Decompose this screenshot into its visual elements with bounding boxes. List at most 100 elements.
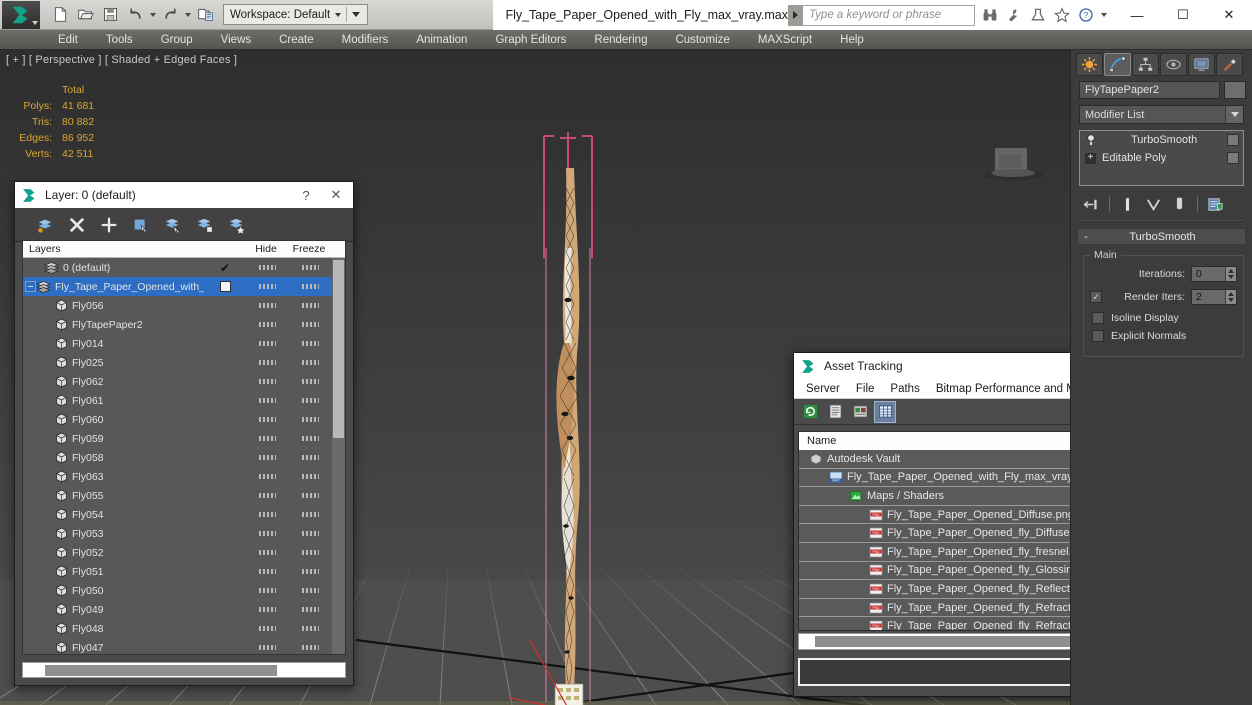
menu-tools[interactable]: Tools	[92, 30, 147, 50]
hide-cell[interactable]	[246, 265, 288, 270]
expand-toggle[interactable]	[25, 281, 36, 292]
open-file-button[interactable]	[73, 3, 97, 27]
spinner-arrows[interactable]	[1225, 290, 1236, 304]
flask-button[interactable]	[1027, 4, 1049, 26]
hide-cell[interactable]	[246, 607, 288, 612]
make-unique-button[interactable]	[1145, 196, 1162, 213]
freeze-cell[interactable]	[288, 398, 332, 403]
layer-list-horizontal-scrollbar[interactable]	[22, 662, 346, 678]
add-layer-button[interactable]	[99, 215, 119, 235]
motion-tab[interactable]	[1160, 52, 1187, 76]
highlight-selected-objects-button[interactable]	[163, 215, 183, 235]
favorites-button[interactable]	[1051, 4, 1073, 26]
layer-row[interactable]: Fly050	[23, 581, 332, 600]
menu-modifiers[interactable]: Modifiers	[328, 30, 403, 50]
layer-dialog-close-button[interactable]: ✕	[321, 182, 351, 208]
freeze-cell[interactable]	[288, 607, 332, 612]
undo-button[interactable]	[123, 3, 147, 27]
turbosmooth-rollout-header[interactable]: - TurboSmooth	[1077, 228, 1246, 245]
freeze-cell[interactable]	[288, 588, 332, 593]
hide-cell[interactable]	[246, 341, 288, 346]
hide-cell[interactable]	[246, 645, 288, 650]
iterations-spinner[interactable]: 0	[1191, 266, 1237, 282]
save-file-button[interactable]	[98, 3, 122, 27]
rollout-collapse-icon[interactable]: -	[1078, 231, 1094, 243]
menu-create[interactable]: Create	[265, 30, 328, 50]
hide-cell[interactable]	[246, 493, 288, 498]
asset-menu-paths[interactable]: Paths	[882, 383, 927, 395]
render-iters-value[interactable]: 2	[1192, 291, 1225, 303]
layer-row[interactable]: Fly_Tape_Paper_Opened_with_Fly	[23, 277, 332, 296]
freeze-cell[interactable]	[288, 303, 332, 308]
render-iters-checkbox[interactable]: ✓	[1090, 291, 1102, 303]
create-tab[interactable]	[1076, 52, 1103, 76]
search-input[interactable]: Type a keyword or phrase	[803, 4, 975, 26]
layer-row[interactable]: Fly014	[23, 334, 332, 353]
layer-row[interactable]: Fly059	[23, 429, 332, 448]
hide-cell[interactable]	[246, 550, 288, 555]
object-name-field[interactable]: FlyTapePaper2	[1079, 81, 1220, 99]
iterations-value[interactable]: 0	[1192, 268, 1225, 280]
freeze-cell[interactable]	[288, 474, 332, 479]
hide-cell[interactable]	[246, 284, 288, 289]
layer-row[interactable]: Fly054	[23, 505, 332, 524]
layer-row[interactable]: Fly047	[23, 638, 332, 654]
layer-dialog-help-button[interactable]: ?	[291, 182, 321, 208]
menu-views[interactable]: Views	[207, 30, 265, 50]
layer-list-vertical-scrollbar[interactable]	[332, 258, 345, 654]
render-iters-spinner[interactable]: 2	[1191, 289, 1237, 305]
hide-cell[interactable]	[246, 531, 288, 536]
add-selection-to-layer-button[interactable]	[195, 215, 215, 235]
search-bar[interactable]: Type a keyword or phrase	[788, 4, 975, 26]
menu-maxscript[interactable]: MAXScript	[744, 30, 826, 50]
layer-row[interactable]: Fly061	[23, 391, 332, 410]
binoculars-button[interactable]	[979, 4, 1001, 26]
layer-dialog[interactable]: Layer: 0 (default) ? ✕ Layers Hide Freez…	[14, 181, 354, 686]
refresh-button[interactable]	[800, 402, 820, 422]
freeze-cell[interactable]	[288, 265, 332, 270]
menu-graph-editors[interactable]: Graph Editors	[481, 30, 580, 50]
menu-edit[interactable]: Edit	[44, 30, 92, 50]
hide-cell[interactable]	[246, 474, 288, 479]
object-color-swatch[interactable]	[1224, 81, 1246, 99]
isoline-display-checkbox[interactable]	[1092, 312, 1104, 324]
grid-view-button[interactable]	[874, 400, 896, 423]
select-objects-in-layer-button[interactable]	[131, 215, 151, 235]
hide-cell[interactable]	[246, 379, 288, 384]
freeze-cell[interactable]	[288, 569, 332, 574]
workspace-selector[interactable]: Workspace: Default	[223, 4, 369, 25]
layer-row[interactable]: Fly048	[23, 619, 332, 638]
layer-row[interactable]: Fly056	[23, 296, 332, 315]
chevron-down-icon[interactable]	[1225, 106, 1243, 123]
modify-tab[interactable]	[1104, 52, 1131, 76]
isoline-display-row[interactable]: Isoline Display	[1090, 312, 1237, 324]
current-layer-marker[interactable]	[204, 281, 246, 292]
scrollbar-thumb[interactable]	[815, 636, 1079, 647]
configure-modifier-sets-button[interactable]	[1207, 196, 1224, 213]
hide-cell[interactable]	[246, 436, 288, 441]
freeze-cell[interactable]	[288, 512, 332, 517]
layer-row[interactable]: Fly063	[23, 467, 332, 486]
modifier-list-dropdown[interactable]: Modifier List	[1079, 105, 1244, 124]
wrench-button[interactable]	[1003, 4, 1025, 26]
menu-rendering[interactable]: Rendering	[580, 30, 661, 50]
modifier-stack[interactable]: TurboSmooth + Editable Poly	[1079, 130, 1244, 186]
hide-cell[interactable]	[246, 512, 288, 517]
show-end-result-button[interactable]	[1119, 196, 1136, 213]
layer-list[interactable]: Layers Hide Freeze 0 (default) ✔ Fly_Tape_…	[22, 240, 346, 655]
freeze-cell[interactable]	[288, 455, 332, 460]
layer-row[interactable]: Fly049	[23, 600, 332, 619]
asset-menu-file[interactable]: File	[848, 383, 883, 395]
modifier-toggle[interactable]	[1227, 134, 1239, 146]
freeze-cell[interactable]	[288, 493, 332, 498]
freeze-cell[interactable]	[288, 379, 332, 384]
layer-row[interactable]: Fly058	[23, 448, 332, 467]
freeze-cell[interactable]	[288, 322, 332, 327]
modifier-stack-item-editable-poly[interactable]: + Editable Poly	[1080, 149, 1243, 167]
redo-button[interactable]	[158, 3, 182, 27]
remove-modifier-button[interactable]	[1171, 196, 1188, 213]
layer-row[interactable]: FlyTapePaper2	[23, 315, 332, 334]
new-file-button[interactable]	[48, 3, 72, 27]
freeze-cell[interactable]	[288, 417, 332, 422]
minimize-button[interactable]: —	[1114, 0, 1160, 30]
